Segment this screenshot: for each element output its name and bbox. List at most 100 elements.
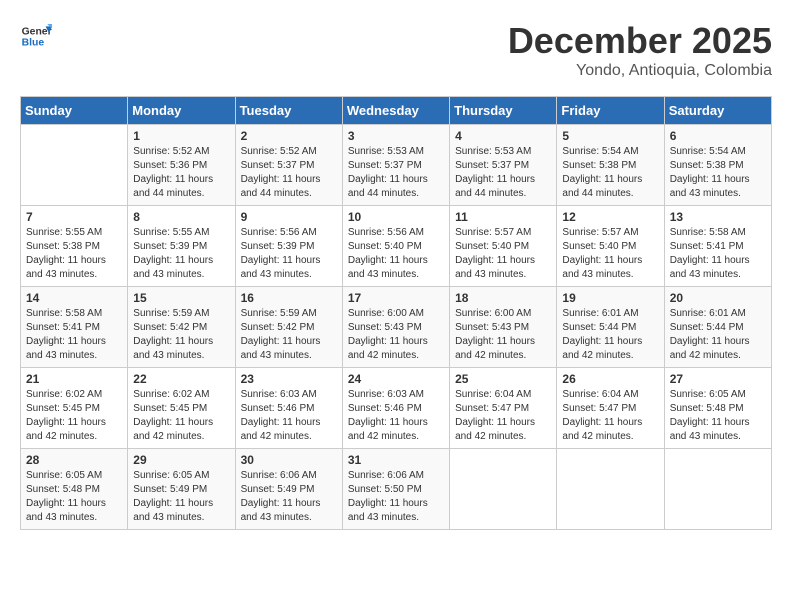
logo-icon: General Blue: [20, 20, 52, 52]
calendar-week-5: 28Sunrise: 6:05 AM Sunset: 5:48 PM Dayli…: [21, 449, 772, 530]
header-saturday: Saturday: [664, 97, 771, 125]
cell-content: Sunrise: 6:03 AM Sunset: 5:46 PM Dayligh…: [241, 388, 337, 444]
day-number: 21: [26, 372, 122, 386]
day-number: 14: [26, 291, 122, 305]
header-tuesday: Tuesday: [235, 97, 342, 125]
cell-content: Sunrise: 6:05 AM Sunset: 5:48 PM Dayligh…: [26, 469, 122, 525]
calendar-cell: 4 Sunrise: 5:53 AM Sunset: 5:37 PM Daylig…: [450, 125, 557, 206]
cell-content: Sunrise: 6:01 AM Sunset: 5:44 PM Dayligh…: [670, 307, 766, 363]
cell-content: Sunrise: 6:03 AM Sunset: 5:46 PM Dayligh…: [348, 388, 444, 444]
day-number: 31: [348, 453, 444, 467]
cell-content: Sunrise: 5:55 AM Sunset: 5:38 PM Dayligh…: [26, 226, 122, 282]
day-number: 2: [241, 129, 337, 143]
day-number: 23: [241, 372, 337, 386]
day-number: 17: [348, 291, 444, 305]
day-number: 12: [562, 210, 658, 224]
calendar-cell: [557, 449, 664, 530]
day-number: 16: [241, 291, 337, 305]
page-header: General Blue December 2025 Yondo, Antioq…: [20, 20, 772, 80]
cell-content: Sunrise: 6:06 AM Sunset: 5:49 PM Dayligh…: [241, 469, 337, 525]
cell-content: Sunrise: 6:02 AM Sunset: 5:45 PM Dayligh…: [133, 388, 229, 444]
title-block: December 2025 Yondo, Antioquia, Colombia: [508, 20, 772, 80]
calendar-week-1: 1 Sunrise: 5:52 AM Sunset: 5:36 PM Daylig…: [21, 125, 772, 206]
calendar-cell: 25 Sunrise: 6:04 AM Sunset: 5:47 PM Dayli…: [450, 368, 557, 449]
day-number: 24: [348, 372, 444, 386]
day-number: 4: [455, 129, 551, 143]
day-number: 25: [455, 372, 551, 386]
calendar-cell: 3Sunrise: 5:53 AM Sunset: 5:37 PM Daylig…: [342, 125, 449, 206]
day-number: 8: [133, 210, 229, 224]
calendar-cell: 12 Sunrise: 5:57 AM Sunset: 5:40 PM Dayli…: [557, 206, 664, 287]
cell-content: Sunrise: 5:56 AM Sunset: 5:39 PM Dayligh…: [241, 226, 337, 282]
cell-content: Sunrise: 6:00 AM Sunset: 5:43 PM Dayligh…: [455, 307, 551, 363]
cell-content: Sunrise: 5:57 AM Sunset: 5:40 PM Dayligh…: [562, 226, 658, 282]
day-number: 10: [348, 210, 444, 224]
month-title: December 2025: [508, 20, 772, 62]
cell-content: Sunrise: 5:56 AM Sunset: 5:40 PM Dayligh…: [348, 226, 444, 282]
day-number: 20: [670, 291, 766, 305]
calendar-cell: 24 Sunrise: 6:03 AM Sunset: 5:46 PM Dayli…: [342, 368, 449, 449]
cell-content: Sunrise: 6:04 AM Sunset: 5:47 PM Dayligh…: [455, 388, 551, 444]
calendar-cell: 11Sunrise: 5:57 AM Sunset: 5:40 PM Dayli…: [450, 206, 557, 287]
cell-content: Sunrise: 5:58 AM Sunset: 5:41 PM Dayligh…: [670, 226, 766, 282]
calendar-table: SundayMondayTuesdayWednesdayThursdayFrid…: [20, 96, 772, 530]
calendar-cell: [21, 125, 128, 206]
cell-content: Sunrise: 5:53 AM Sunset: 5:37 PM Dayligh…: [455, 145, 551, 201]
calendar-cell: 5Sunrise: 5:54 AM Sunset: 5:38 PM Daylig…: [557, 125, 664, 206]
cell-content: Sunrise: 6:00 AM Sunset: 5:43 PM Dayligh…: [348, 307, 444, 363]
calendar-cell: 23 Sunrise: 6:03 AM Sunset: 5:46 PM Dayli…: [235, 368, 342, 449]
calendar-week-4: 21 Sunrise: 6:02 AM Sunset: 5:45 PM Dayli…: [21, 368, 772, 449]
calendar-cell: 26 Sunrise: 6:04 AM Sunset: 5:47 PM Dayli…: [557, 368, 664, 449]
day-number: 18: [455, 291, 551, 305]
header-wednesday: Wednesday: [342, 97, 449, 125]
header-thursday: Thursday: [450, 97, 557, 125]
cell-content: Sunrise: 5:59 AM Sunset: 5:42 PM Dayligh…: [241, 307, 337, 363]
cell-content: Sunrise: 5:58 AM Sunset: 5:41 PM Dayligh…: [26, 307, 122, 363]
day-number: 15: [133, 291, 229, 305]
calendar-cell: 10 Sunrise: 5:56 AM Sunset: 5:40 PM Dayli…: [342, 206, 449, 287]
day-number: 13: [670, 210, 766, 224]
cell-content: Sunrise: 5:59 AM Sunset: 5:42 PM Dayligh…: [133, 307, 229, 363]
header-sunday: Sunday: [21, 97, 128, 125]
svg-text:Blue: Blue: [22, 38, 45, 49]
calendar-cell: 1 Sunrise: 5:52 AM Sunset: 5:36 PM Daylig…: [128, 125, 235, 206]
day-number: 27: [670, 372, 766, 386]
cell-content: Sunrise: 5:52 AM Sunset: 5:37 PM Dayligh…: [241, 145, 337, 201]
calendar-cell: 27Sunrise: 6:05 AM Sunset: 5:48 PM Dayli…: [664, 368, 771, 449]
calendar-cell: 30 Sunrise: 6:06 AM Sunset: 5:49 PM Dayli…: [235, 449, 342, 530]
day-number: 19: [562, 291, 658, 305]
day-number: 5: [562, 129, 658, 143]
calendar-cell: 14 Sunrise: 5:58 AM Sunset: 5:41 PM Dayli…: [21, 287, 128, 368]
day-number: 29: [133, 453, 229, 467]
calendar-cell: 13 Sunrise: 5:58 AM Sunset: 5:41 PM Dayli…: [664, 206, 771, 287]
day-number: 30: [241, 453, 337, 467]
cell-content: Sunrise: 6:01 AM Sunset: 5:44 PM Dayligh…: [562, 307, 658, 363]
day-number: 7: [26, 210, 122, 224]
calendar-cell: 6 Sunrise: 5:54 AM Sunset: 5:38 PM Daylig…: [664, 125, 771, 206]
calendar-cell: [664, 449, 771, 530]
cell-content: Sunrise: 6:04 AM Sunset: 5:47 PM Dayligh…: [562, 388, 658, 444]
calendar-cell: 22 Sunrise: 6:02 AM Sunset: 5:45 PM Dayli…: [128, 368, 235, 449]
calendar-header-row: SundayMondayTuesdayWednesdayThursdayFrid…: [21, 97, 772, 125]
day-number: 3: [348, 129, 444, 143]
calendar-cell: 28Sunrise: 6:05 AM Sunset: 5:48 PM Dayli…: [21, 449, 128, 530]
calendar-cell: 9 Sunrise: 5:56 AM Sunset: 5:39 PM Daylig…: [235, 206, 342, 287]
day-number: 1: [133, 129, 229, 143]
calendar-cell: 18 Sunrise: 6:00 AM Sunset: 5:43 PM Dayli…: [450, 287, 557, 368]
day-number: 6: [670, 129, 766, 143]
calendar-cell: 20 Sunrise: 6:01 AM Sunset: 5:44 PM Dayli…: [664, 287, 771, 368]
day-number: 9: [241, 210, 337, 224]
logo: General Blue: [20, 20, 52, 52]
cell-content: Sunrise: 6:02 AM Sunset: 5:45 PM Dayligh…: [26, 388, 122, 444]
calendar-cell: 7 Sunrise: 5:55 AM Sunset: 5:38 PM Daylig…: [21, 206, 128, 287]
day-number: 11: [455, 210, 551, 224]
calendar-cell: 17 Sunrise: 6:00 AM Sunset: 5:43 PM Dayli…: [342, 287, 449, 368]
cell-content: Sunrise: 5:54 AM Sunset: 5:38 PM Dayligh…: [670, 145, 766, 201]
calendar-cell: 8Sunrise: 5:55 AM Sunset: 5:39 PM Daylig…: [128, 206, 235, 287]
calendar-cell: 2 Sunrise: 5:52 AM Sunset: 5:37 PM Daylig…: [235, 125, 342, 206]
day-number: 22: [133, 372, 229, 386]
cell-content: Sunrise: 5:52 AM Sunset: 5:36 PM Dayligh…: [133, 145, 229, 201]
calendar-cell: 21 Sunrise: 6:02 AM Sunset: 5:45 PM Dayli…: [21, 368, 128, 449]
calendar-cell: 15 Sunrise: 5:59 AM Sunset: 5:42 PM Dayli…: [128, 287, 235, 368]
day-number: 26: [562, 372, 658, 386]
